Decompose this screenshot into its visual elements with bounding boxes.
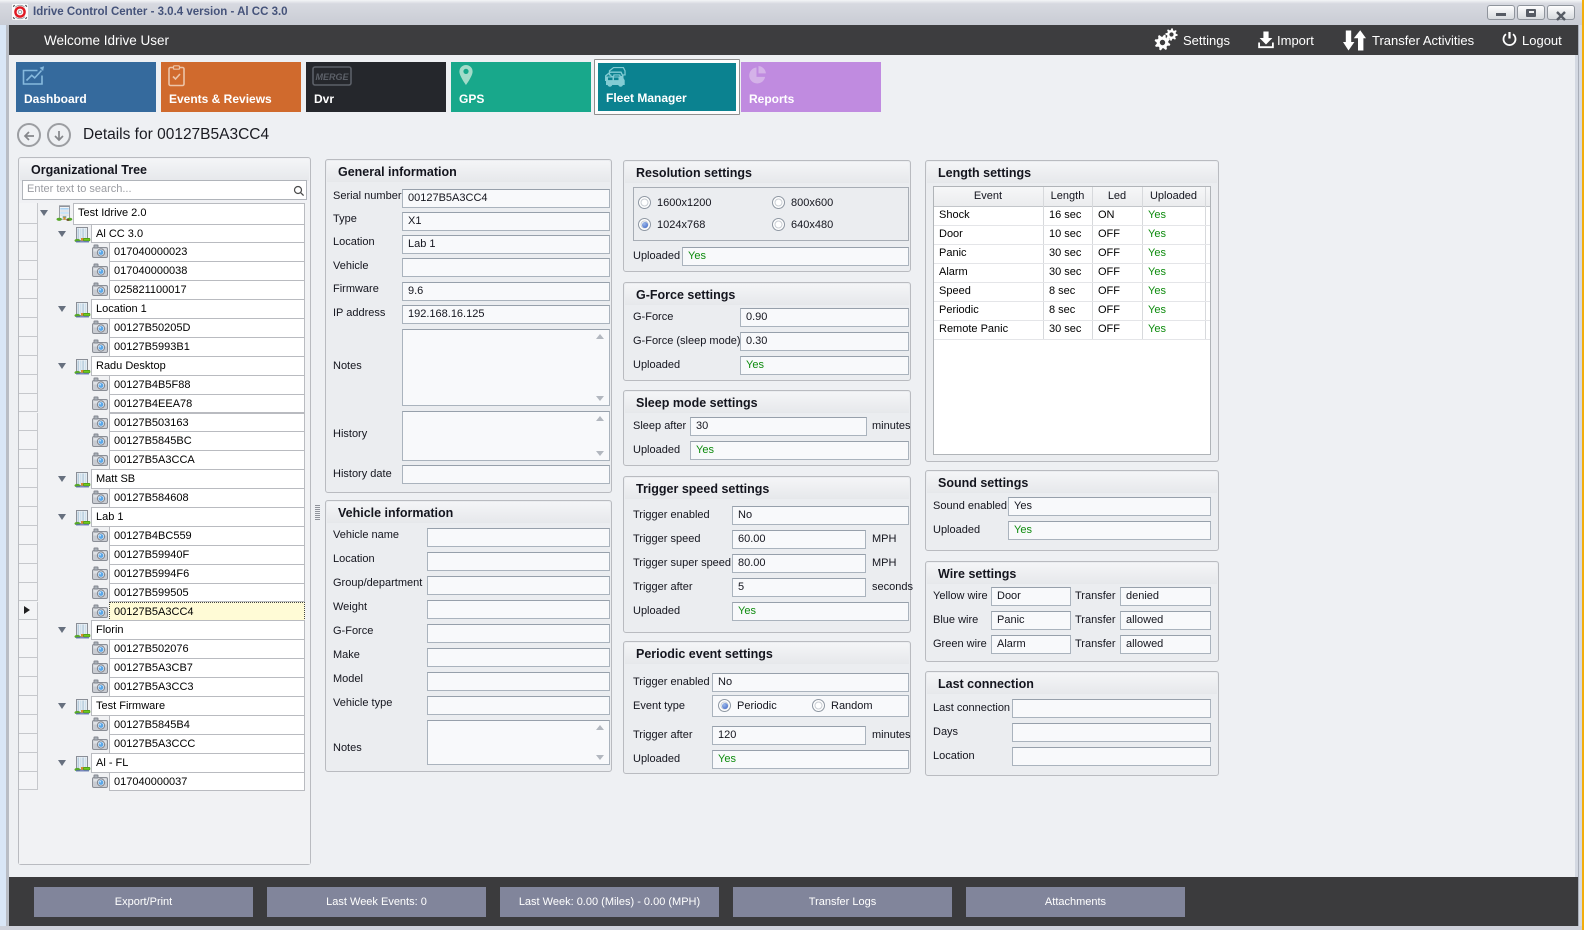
svg-text:MERGE: MERGE — [315, 72, 349, 82]
